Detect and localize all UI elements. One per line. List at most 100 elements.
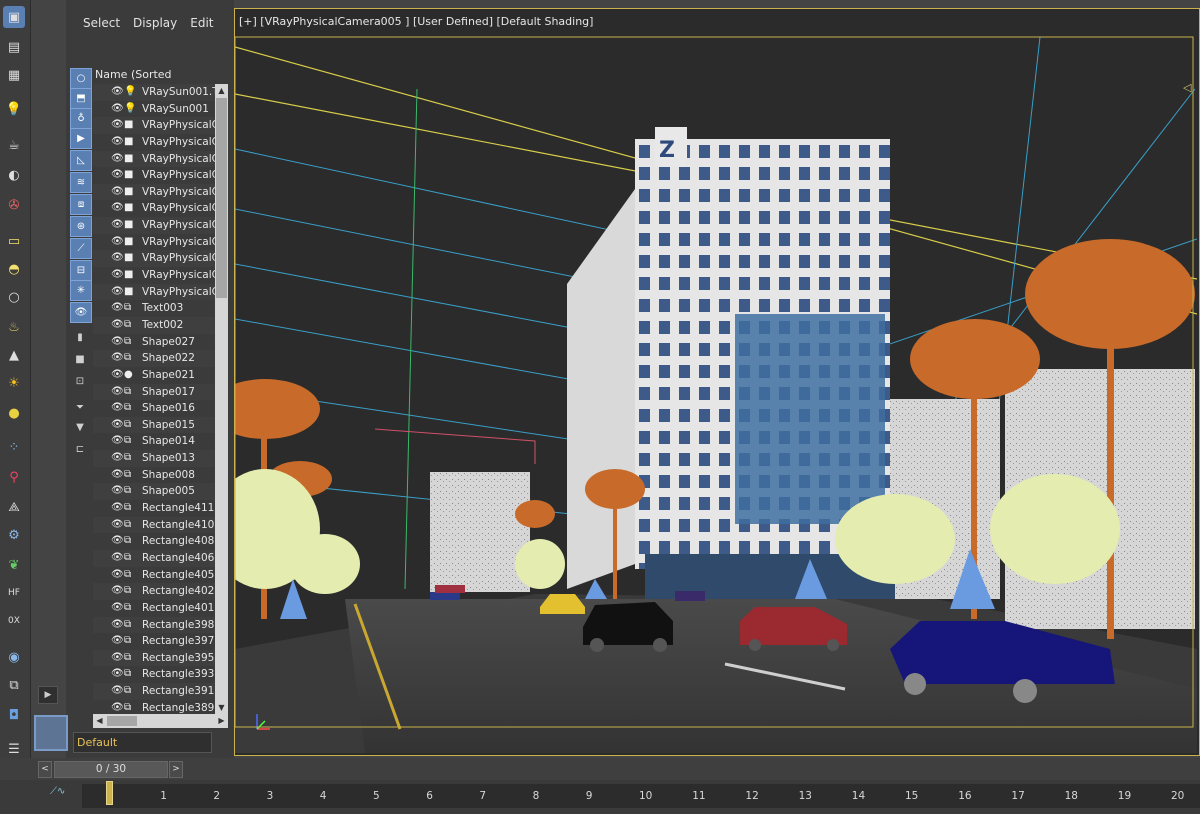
- scroll-left-icon[interactable]: ◀: [93, 714, 106, 728]
- frame-slider[interactable]: 0 / 30: [54, 761, 168, 778]
- column-header-name[interactable]: Name (Sorted Descending): [93, 66, 230, 98]
- visibility-eye-icon[interactable]: 👁: [111, 567, 124, 583]
- visibility-eye-icon[interactable]: 👁: [111, 101, 124, 117]
- list-item[interactable]: 👁 ⧉ Shape005: [93, 483, 215, 501]
- visibility-eye-icon[interactable]: 👁: [111, 617, 124, 633]
- time-cursor[interactable]: [106, 781, 113, 805]
- menu-edit[interactable]: Edit: [186, 10, 222, 40]
- render-frame-icon[interactable]: ⧉: [3, 674, 25, 696]
- list-item[interactable]: 👁💡 VRaySun001.Ta: [93, 84, 215, 101]
- hf-icon[interactable]: HF: [3, 582, 25, 604]
- material-icon[interactable]: ◘: [3, 704, 25, 726]
- filter-funnel-solid-icon[interactable]: ▼: [70, 418, 90, 437]
- arrow-left-icon[interactable]: ◁: [1183, 81, 1197, 94]
- menu-display[interactable]: Display: [129, 10, 186, 40]
- sun-icon[interactable]: ☀: [3, 372, 25, 394]
- light-bulb-icon[interactable]: 💡: [3, 98, 25, 120]
- filter-xrefs-icon[interactable]: ⊛: [70, 216, 92, 237]
- filter-none-icon[interactable]: ■: [70, 350, 90, 369]
- visibility-eye-icon[interactable]: 👁: [111, 151, 124, 167]
- list-item[interactable]: 👁 ⧉ Shape017: [93, 383, 215, 401]
- visibility-eye-icon[interactable]: 👁: [111, 250, 124, 266]
- list-item[interactable]: 👁 ⧉ Rectangle411: [93, 500, 215, 517]
- list-item[interactable]: 👁 ⧉ Rectangle401: [93, 600, 215, 617]
- list-item[interactable]: 👁 ⧉ Rectangle402: [93, 583, 215, 600]
- sphere-icon[interactable]: ○: [3, 286, 25, 308]
- list-vertical-scrollbar[interactable]: ▲ ▼: [215, 84, 228, 714]
- visibility-eye-icon[interactable]: 👁: [111, 433, 124, 449]
- teapot-render-icon[interactable]: ♨: [3, 316, 25, 338]
- visibility-eye-icon[interactable]: 👁: [111, 200, 124, 216]
- visibility-eye-icon[interactable]: 👁: [111, 533, 124, 549]
- visibility-eye-icon[interactable]: 👁: [111, 84, 124, 100]
- filter-spacewarps-icon[interactable]: ≋: [70, 172, 92, 193]
- list-item[interactable]: 👁■ VRayPhysicalCa: [93, 183, 215, 201]
- menu-select[interactable]: Select: [66, 10, 129, 40]
- list-item[interactable]: 👁 💡 VRaySun001: [93, 101, 215, 118]
- list-item[interactable]: 👁 ⧉ Rectangle405: [93, 567, 215, 584]
- list-item[interactable]: 👁 ⧉ Shape016: [93, 400, 215, 417]
- visibility-eye-icon[interactable]: 👁: [111, 666, 124, 682]
- visibility-eye-icon[interactable]: 👁: [111, 467, 124, 483]
- visibility-eye-icon[interactable]: 👁: [111, 217, 124, 233]
- visibility-eye-icon[interactable]: 👁: [111, 300, 124, 316]
- list-item[interactable]: 👁 ⧉ Shape015: [93, 416, 215, 434]
- visibility-eye-icon[interactable]: 👁: [111, 117, 124, 133]
- filter-cameras-icon[interactable]: ▶: [70, 128, 92, 149]
- list-item[interactable]: 👁■ VRayPhysicalCa: [93, 267, 215, 284]
- camera-film-icon[interactable]: ✇: [3, 194, 25, 216]
- filter-invert-icon[interactable]: ⊡: [70, 372, 90, 391]
- filter-particles-icon[interactable]: ✳: [70, 280, 92, 301]
- visibility-eye-icon[interactable]: 👁: [111, 134, 124, 150]
- list-item[interactable]: 👁 ⧉ Text002: [93, 316, 215, 334]
- dome-icon[interactable]: ◓: [3, 258, 25, 280]
- list-item[interactable]: 👁 ⧉ Rectangle391: [93, 683, 215, 700]
- filter-lights-icon[interactable]: ♁: [70, 108, 92, 129]
- teapot-icon[interactable]: ☕: [3, 134, 25, 156]
- rectangle-icon[interactable]: ▭: [3, 230, 25, 252]
- visibility-eye-icon[interactable]: 👁: [111, 267, 124, 283]
- list-item[interactable]: 👁■ VRayPhysicalCa: [93, 217, 215, 234]
- visibility-eye-icon[interactable]: 👁: [111, 367, 124, 383]
- curve-editor-icon[interactable]: ⟋∿: [50, 786, 65, 797]
- filter-hierarchy-icon[interactable]: ⊏: [70, 440, 90, 459]
- filter-containers-icon[interactable]: ⊟: [70, 260, 92, 281]
- filter-geometry-icon[interactable]: ○: [70, 68, 92, 89]
- ox-icon[interactable]: 0X: [3, 610, 25, 632]
- modify-list-icon[interactable]: ▤: [3, 36, 25, 58]
- visibility-eye-icon[interactable]: 👁: [111, 500, 124, 516]
- gear-icon[interactable]: ⚙: [3, 524, 25, 546]
- visibility-eye-icon[interactable]: 👁: [111, 417, 124, 433]
- visibility-eye-icon[interactable]: 👁: [111, 600, 124, 616]
- visibility-eye-icon[interactable]: 👁: [111, 234, 124, 250]
- ball-icon[interactable]: ●: [3, 402, 25, 424]
- filter-groups-icon[interactable]: ⧈: [70, 194, 92, 215]
- visibility-eye-icon[interactable]: 👁: [111, 284, 124, 300]
- list-item[interactable]: 👁■ VRayPhysicalCa: [93, 200, 215, 217]
- list-item[interactable]: 👁 ⧉ Rectangle398: [93, 616, 215, 634]
- visibility-eye-icon[interactable]: 👁: [111, 400, 124, 416]
- visibility-eye-icon[interactable]: 👁: [111, 650, 124, 666]
- previous-frame-button[interactable]: <: [38, 761, 52, 778]
- scroll-thumb[interactable]: [216, 98, 227, 298]
- scatter-icon[interactable]: ⁘: [3, 436, 25, 458]
- scroll-up-icon[interactable]: ▲: [215, 84, 228, 97]
- grass-icon[interactable]: ❦: [3, 554, 25, 576]
- filter-bones-icon[interactable]: ⟋: [70, 238, 92, 259]
- list-item[interactable]: 👁■ VRayPhysicalCa: [93, 167, 215, 184]
- list-horizontal-scrollbar[interactable]: ◀ ▶: [93, 714, 228, 728]
- visibility-eye-icon[interactable]: 👁: [111, 317, 124, 333]
- visibility-eye-icon[interactable]: 👁: [111, 167, 124, 183]
- next-frame-button[interactable]: >: [169, 761, 183, 778]
- filter-shapes-icon[interactable]: ⬒: [70, 88, 92, 109]
- list-item[interactable]: 👁 ⧉ Shape022: [93, 350, 215, 367]
- create-icon[interactable]: ▣: [3, 6, 25, 28]
- visibility-eye-icon[interactable]: 👁: [111, 184, 124, 200]
- table-icon[interactable]: ▦: [3, 64, 25, 86]
- visibility-eye-icon[interactable]: 👁: [111, 384, 124, 400]
- layers-icon[interactable]: ☰: [3, 738, 25, 760]
- list-item[interactable]: 👁 ⧉ Shape027: [93, 334, 215, 351]
- dumbbell-icon[interactable]: ⚲: [3, 466, 25, 488]
- list-item[interactable]: 👁 ⧉ Rectangle408: [93, 533, 215, 550]
- list-item[interactable]: 👁■ VRayPhysicalCa: [93, 117, 215, 134]
